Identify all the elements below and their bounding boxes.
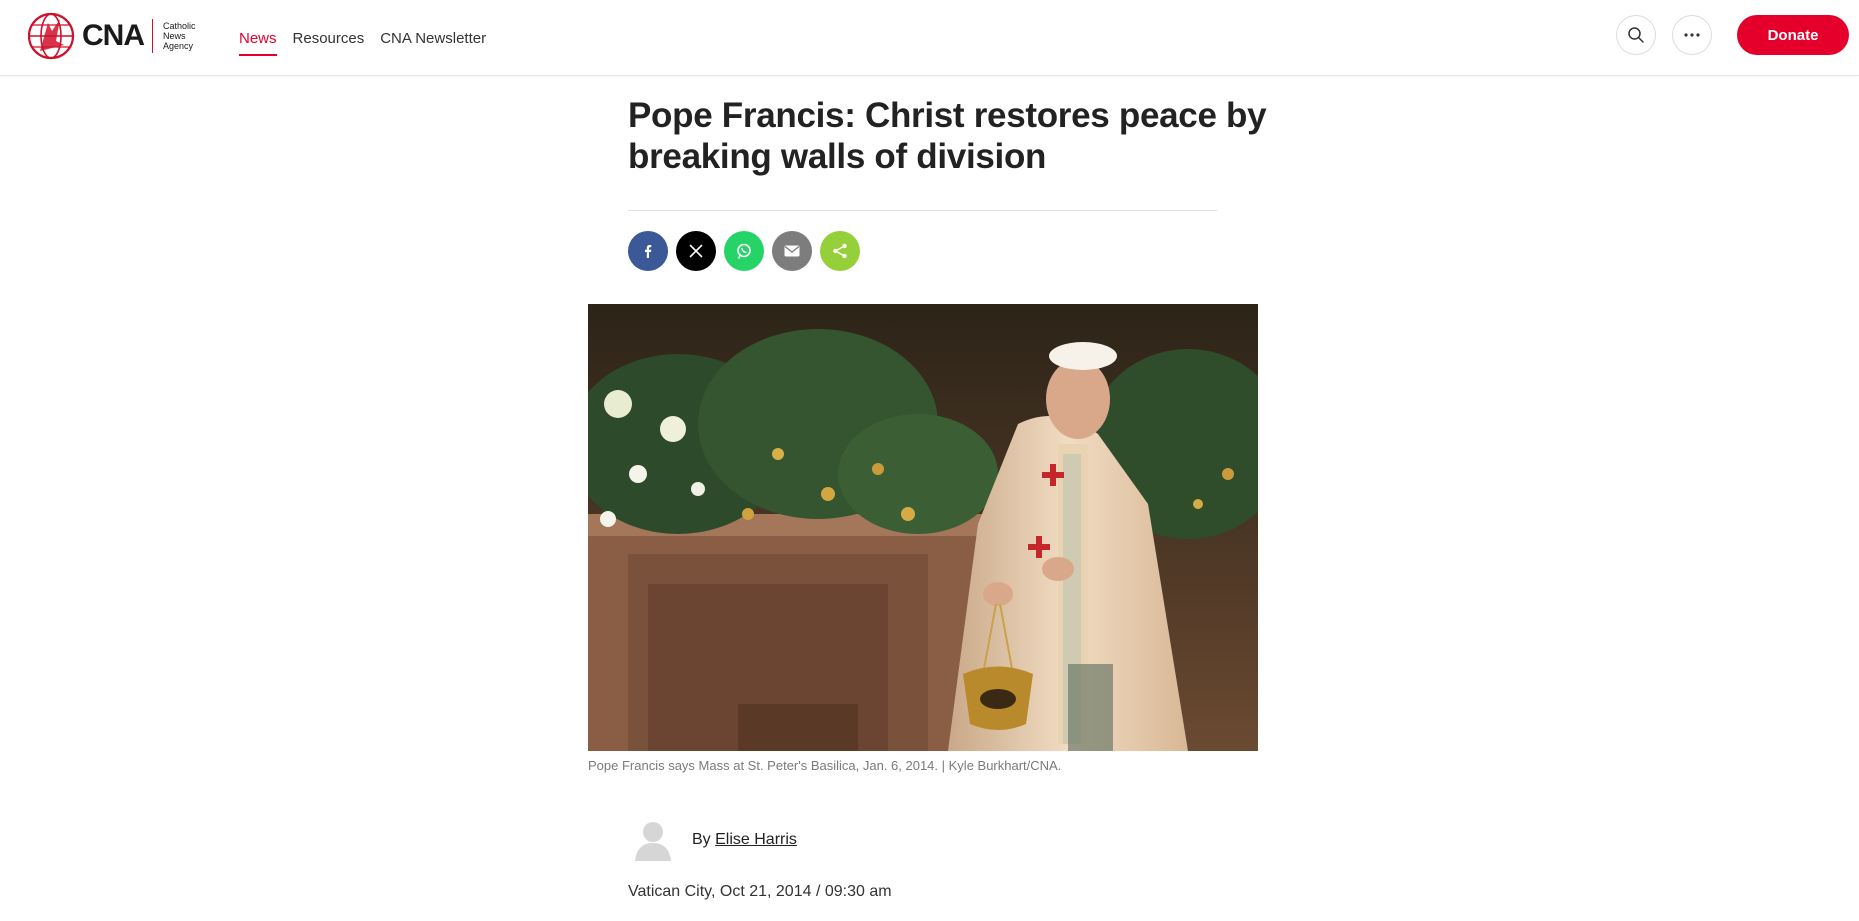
email-icon: [784, 245, 800, 257]
share-facebook-button[interactable]: [628, 231, 668, 271]
byline: By Elise Harris: [628, 815, 797, 865]
nav-item-newsletter[interactable]: CNA Newsletter: [380, 0, 486, 76]
article-dateline: Vatican City, Oct 21, 2014 / 09:30 am: [628, 883, 892, 900]
logo-tagline-line: News: [163, 31, 186, 41]
whatsapp-icon: [737, 243, 751, 259]
logo-tagline: Catholic News Agency: [163, 21, 203, 51]
header-actions: Donate: [1616, 15, 1849, 55]
title-divider: [628, 210, 1217, 211]
ellipsis-icon: [1684, 33, 1700, 37]
cna-logo[interactable]: CNA Catholic News Agency: [26, 10, 203, 62]
share-whatsapp-button[interactable]: [724, 231, 764, 271]
share-generic-button[interactable]: [820, 231, 860, 271]
hero-image: [588, 304, 1258, 751]
globe-cross-logo-icon: [27, 12, 75, 60]
article-title: Pope Francis: Christ restores peace by b…: [628, 96, 1267, 176]
byline-text: By Elise Harris: [692, 831, 797, 849]
share-x-button[interactable]: [676, 231, 716, 271]
main-nav: News Resources CNA Newsletter: [239, 0, 486, 76]
facebook-icon: [645, 245, 652, 258]
x-icon: [689, 244, 703, 258]
share-icon: [833, 243, 847, 259]
share-email-button[interactable]: [772, 231, 812, 271]
search-button[interactable]: [1616, 15, 1656, 55]
hero-photo: [588, 304, 1258, 751]
nav-item-resources[interactable]: Resources: [293, 0, 365, 76]
byline-prefix: By: [692, 831, 711, 848]
more-menu-button[interactable]: [1672, 15, 1712, 55]
image-caption: Pope Francis says Mass at St. Peter's Ba…: [588, 758, 1062, 773]
site-header: CNA Catholic News Agency News Resources …: [0, 0, 1859, 76]
logo-tagline-line: Catholic: [163, 21, 196, 31]
logo-tagline-line: Agency: [163, 41, 194, 51]
author-link[interactable]: Elise Harris: [715, 831, 797, 848]
share-bar: [628, 231, 860, 271]
author-avatar-icon: [635, 822, 671, 861]
search-icon: [1628, 27, 1644, 43]
logo-wordmark: CNA: [82, 19, 145, 52]
donate-button[interactable]: Donate: [1737, 15, 1849, 55]
nav-item-news[interactable]: News: [239, 0, 277, 76]
logo-divider: [152, 19, 153, 53]
